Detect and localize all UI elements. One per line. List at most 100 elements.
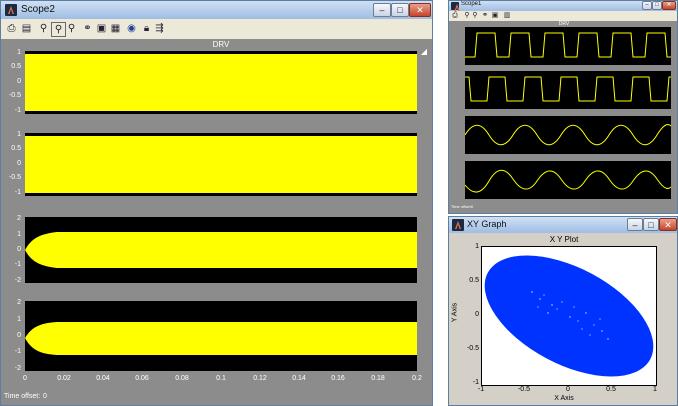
params-icon[interactable]: ▤ [20, 22, 33, 35]
xygraph-plot-title: X Y Plot [549, 235, 579, 244]
xtick: -0.5 [517, 386, 531, 393]
xtick: 0 [23, 375, 27, 382]
scope2-signal-2 [25, 136, 417, 193]
ytick: -2 [14, 277, 21, 284]
scope2-corner-arrow-icon[interactable]: ◢ [419, 47, 429, 56]
ytick: -1 [14, 107, 21, 114]
time-offset-label: Time offset: [451, 204, 472, 209]
zoom-icon[interactable]: ⚲ [463, 11, 471, 20]
ytick: 1 [475, 243, 479, 250]
print-icon[interactable]: ⎙ [451, 11, 459, 20]
xtick: 0.12 [253, 375, 267, 382]
xtick: 0.18 [371, 375, 385, 382]
xtick: 0.08 [175, 375, 189, 382]
ytick: 1 [17, 231, 21, 238]
xtick: 0.02 [57, 375, 71, 382]
xygraph-titlebar[interactable]: XY Graph – □ ✕ [449, 217, 677, 233]
xtick: 0.5 [606, 386, 616, 393]
ytick: -1 [14, 348, 21, 355]
scope2-window: Scope2 – □ ✕ ⎙ ▤ ⚲ ⚲ ⚲ ⚭ ▣ ▦ ◉ 🔒︎ ⇶ DRV … [0, 0, 433, 406]
floating-scope-icon[interactable]: ◉ [125, 22, 138, 35]
close-button[interactable]: ✕ [662, 1, 676, 10]
ytick: 0.5 [469, 277, 479, 284]
binoculars-icon[interactable]: ⚭ [81, 22, 94, 35]
scope2-plot-area: DRV ◢ 1 0.5 0 -0.5 -1 1 0.5 0 -0.5 -1 2 … [1, 39, 432, 405]
ytick: -0.5 [8, 92, 21, 99]
save-axes-icon[interactable]: ▣ [95, 22, 108, 35]
scope1-titlebar[interactable]: Scope1 – □ ✕ [449, 1, 677, 11]
scope1-signal-2 [465, 76, 671, 102]
ytick: 0 [17, 246, 21, 253]
zoom-x-icon[interactable]: ⚲ [471, 11, 479, 20]
ytick: -2 [14, 365, 21, 372]
ytick: 1 [17, 316, 21, 323]
scope1-signal-1 [465, 32, 671, 58]
ytick: 0 [17, 332, 21, 339]
ytick: -1 [472, 379, 479, 386]
scope1-title: Scope1 [461, 1, 482, 7]
time-offset-label: Time offset: [4, 393, 41, 400]
zoom-icon[interactable]: ⚲ [37, 22, 50, 35]
xygraph-ellipse [484, 255, 654, 377]
matlab-icon [5, 4, 17, 16]
scope1-window: Scope1 – □ ✕ ⎙ ⚲ ⚲ ⚭ ▣ ▥ DRV Time offset… [448, 0, 678, 214]
restore-axes-icon[interactable]: ▦ [109, 22, 122, 35]
ytick: 2 [17, 299, 21, 306]
minimize-button[interactable]: – [642, 1, 652, 10]
scope2-axes-4 [25, 301, 417, 371]
scope1-axes-3 [465, 116, 671, 154]
ytick: 1 [17, 49, 21, 56]
maximize-button[interactable]: □ [643, 218, 659, 231]
ytick: 0 [17, 160, 21, 167]
ytick: 2 [17, 215, 21, 222]
xtick: 0.06 [135, 375, 149, 382]
maximize-button[interactable]: □ [652, 1, 662, 10]
lock-icon[interactable]: ▥ [503, 11, 511, 20]
ytick: -1 [14, 261, 21, 268]
signal-selector-icon[interactable]: ⇶ [153, 22, 166, 35]
binoculars-icon[interactable]: ⚭ [481, 11, 489, 20]
xygraph-window: XY Graph – □ ✕ X Y Plot 1 0.5 0 -0.5 -1 … [448, 216, 678, 406]
scope1-axes-4 [465, 161, 671, 199]
scope2-title: Scope2 [21, 4, 55, 15]
xygraph-xlabel: X Axis [554, 395, 574, 402]
xtick: 0.2 [412, 375, 422, 382]
ytick: 1 [17, 131, 21, 138]
scope2-toolbar: ⎙ ▤ ⚲ ⚲ ⚲ ⚭ ▣ ▦ ◉ 🔒︎ ⇶ [1, 19, 432, 40]
scope2-signal-4 [25, 322, 417, 355]
scope2-titlebar[interactable]: Scope2 – □ ✕ [1, 1, 432, 19]
scope2-plot-title: DRV [212, 40, 230, 49]
scope1-axes-1 [465, 27, 671, 65]
print-icon[interactable]: ⎙ [5, 22, 18, 35]
minimize-button[interactable]: – [373, 3, 391, 17]
scope1-axes-2 [465, 71, 671, 109]
zoom-y-icon[interactable]: ⚲ [65, 22, 78, 35]
scope2-signal-1 [25, 54, 417, 111]
scope2-axes-2 [25, 133, 417, 196]
save-axes-icon[interactable]: ▣ [491, 11, 499, 20]
xygraph-axes [481, 246, 657, 386]
lock-icon[interactable]: 🔒︎ [140, 22, 153, 35]
time-offset-value: 0 [43, 393, 47, 400]
close-button[interactable]: ✕ [409, 3, 431, 17]
xtick: 0.1 [216, 375, 226, 382]
scope2-axes-3 [25, 217, 417, 283]
time-offset-value: 0 [471, 204, 474, 209]
zoom-x-icon[interactable]: ⚲ [51, 22, 66, 37]
minimize-button[interactable]: – [627, 218, 643, 231]
maximize-button[interactable]: □ [391, 3, 409, 17]
scope1-signal-4 [465, 169, 671, 193]
ytick: 0.5 [11, 145, 21, 152]
ytick: 0 [475, 311, 479, 318]
xygraph-title: XY Graph [467, 219, 507, 229]
xtick: 0.04 [96, 375, 110, 382]
ytick: 0.5 [11, 63, 21, 70]
ytick: -0.5 [8, 174, 21, 181]
ytick: 0 [17, 78, 21, 85]
xygraph-figure: X Y Plot 1 0.5 0 -0.5 -1 -1 -0.5 0 0.5 1… [449, 233, 677, 405]
close-button[interactable]: ✕ [659, 218, 677, 231]
xtick: 0.16 [331, 375, 345, 382]
xtick: -1 [477, 386, 485, 393]
ytick: -1 [14, 189, 21, 196]
matlab-icon [451, 2, 459, 10]
